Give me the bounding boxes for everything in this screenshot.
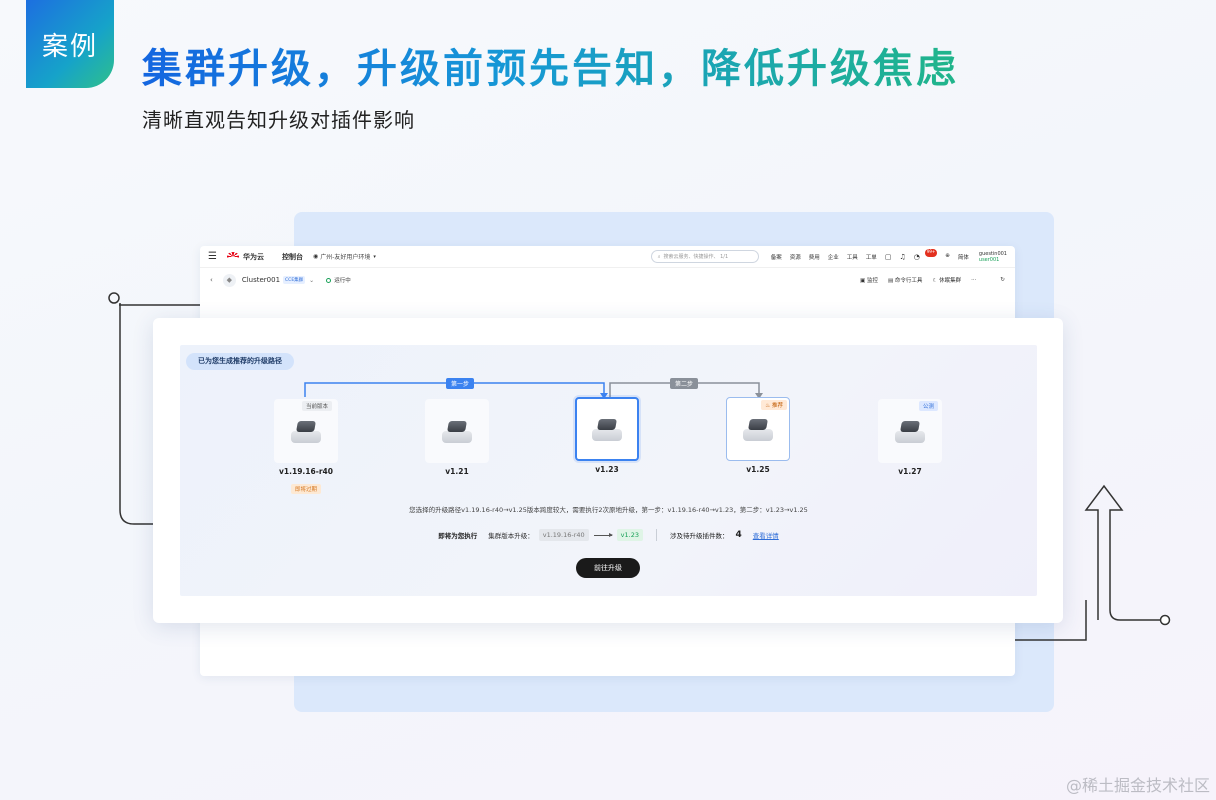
nav-item-resources[interactable]: 资源: [790, 253, 801, 261]
bell-icon[interactable]: ♫: [899, 253, 905, 261]
cluster-type-tag: CCE集群: [283, 276, 306, 284]
cluster-node-icon: [741, 417, 775, 441]
message-icon[interactable]: ▢: [885, 253, 892, 261]
upgrade-card: 已为您生成推荐的升级路径 第一步 第二步 当前版本 v1.19.16-r40 即…: [153, 318, 1063, 623]
plugin-count: 4: [735, 530, 742, 540]
huawei-logo-icon: [226, 252, 239, 261]
cluster-header: ‹ ◆ Cluster001 CCE集群 ⌄ 运行中 ▣ 监控 ▤ 命令行工具 …: [200, 268, 1015, 292]
arrow-right-icon: [593, 532, 613, 537]
location-pin-icon: ◉: [312, 253, 319, 260]
hibernate-button[interactable]: ☾ 休眠集群: [932, 276, 961, 284]
globe-icon[interactable]: ⊕: [945, 253, 950, 261]
execute-label: 即将为您执行: [438, 532, 478, 540]
refresh-icon[interactable]: ↻: [1000, 277, 1005, 283]
console-topbar: ☰ 华为云 控制台 ◉ 广州-友好用户环境 ▾ ⌕ 搜索云服务、快捷操作、 1/…: [200, 246, 1015, 268]
search-placeholder: 搜索云服务、快捷操作、 1/1: [663, 254, 729, 260]
plugins-label: 涉及待升级插件数：: [670, 532, 729, 540]
cluster-node-icon: [893, 419, 927, 443]
cluster-name: Cluster001: [241, 276, 281, 284]
search-input[interactable]: ⌕ 搜索云服务、快捷操作、 1/1: [650, 250, 759, 263]
console-label[interactable]: 控制台: [282, 252, 303, 262]
cluster-actions: ▣ 监控 ▤ 命令行工具 ☾ 休眠集群 ··· ↻: [860, 276, 1005, 284]
version-label: v1.23: [595, 465, 619, 474]
slide-subtitle: 清晰直观告知升级对插件影响: [142, 108, 415, 132]
expiring-tag: 即将过期: [290, 484, 321, 494]
upgrade-key: 集群版本升级：: [488, 532, 534, 540]
version-node-1-23[interactable]: v1.23: [575, 397, 639, 474]
nav-item-tools[interactable]: 工具: [847, 253, 858, 261]
chevron-down-icon[interactable]: ▾: [373, 254, 376, 260]
recommended-tag-text: 推荐: [771, 403, 783, 409]
version-label: v1.21: [445, 467, 469, 476]
version-card: 公测: [878, 399, 942, 463]
notification-icon[interactable]: ◔: [914, 253, 920, 261]
step2-label: 第二步: [670, 378, 699, 389]
version-node-1-25[interactable]: ♨ 推荐 v1.25: [726, 397, 790, 474]
cluster-status: 运行中: [334, 278, 351, 284]
step1-label: 第一步: [446, 378, 475, 389]
user-name: guestin001: [978, 250, 1007, 257]
nav-item-tickets[interactable]: 工单: [866, 253, 877, 261]
cli-tool-button[interactable]: ▤ 命令行工具: [888, 276, 922, 284]
language-switch[interactable]: 简体: [958, 253, 969, 261]
version-card: [425, 399, 489, 463]
version-card: 当前版本: [274, 399, 338, 463]
from-version: v1.19.16-r40: [538, 529, 589, 541]
case-badge: 案例: [26, 0, 114, 88]
monitor-label: 监控: [866, 278, 878, 284]
version-label: v1.25: [746, 465, 770, 474]
recommended-tag: ♨ 推荐: [761, 400, 787, 410]
current-version-tag: 当前版本: [302, 401, 333, 411]
menu-icon[interactable]: ☰: [208, 251, 217, 262]
search-icon: ⌕: [657, 253, 661, 260]
cluster-node-icon: [289, 419, 323, 443]
user-menu[interactable]: guestin001 user001: [979, 251, 1007, 263]
cluster-icon: ◆: [222, 273, 236, 287]
divider: [656, 529, 657, 541]
monitor-button[interactable]: ▣ 监控: [860, 276, 878, 284]
version-node-1-27[interactable]: 公测 v1.27: [878, 399, 942, 476]
public-beta-tag: 公测: [918, 401, 938, 411]
version-label: v1.27: [898, 467, 922, 476]
notification-badge: 99+: [924, 248, 938, 257]
go-upgrade-button[interactable]: 前往升级: [576, 558, 640, 578]
upgrade-path-description: 您选择的升级路径v1.19.16-r40→v1.25版本跨度较大，需要执行2次原…: [409, 506, 808, 514]
top-nav: 备案 资源 费用 企业 工具 工单 ▢ ♫ ◔ 99+ ⊕ 简体: [771, 248, 969, 261]
brand-name: 华为云: [242, 252, 264, 261]
cluster-node-icon: [440, 419, 474, 443]
chevron-down-icon[interactable]: ⌄: [309, 277, 314, 284]
nav-item-billing[interactable]: 费用: [809, 253, 820, 261]
nav-item-filing[interactable]: 备案: [771, 253, 782, 261]
cluster-node-icon: [590, 417, 624, 441]
version-node-current[interactable]: 当前版本 v1.19.16-r40 即将过期: [274, 399, 338, 495]
watermark: @稀土掘金技术社区: [1065, 776, 1210, 795]
hibernate-label: 休眠集群: [939, 278, 962, 284]
user-subname: user001: [978, 256, 1000, 263]
cli-tool-label: 命令行工具: [894, 278, 923, 284]
nav-item-enterprise[interactable]: 企业: [828, 253, 839, 261]
version-label: v1.19.16-r40: [279, 467, 333, 476]
back-arrow-icon[interactable]: ‹: [210, 276, 213, 284]
version-node-1-21[interactable]: v1.21: [425, 399, 489, 476]
execute-summary: 即将为您执行 集群版本升级： v1.19.16-r40 v1.23 涉及待升级插…: [180, 529, 1037, 541]
upgrade-path-panel: 已为您生成推荐的升级路径 第一步 第二步 当前版本 v1.19.16-r40 即…: [180, 345, 1037, 596]
slide-title: 集群升级，升级前预先告知，降低升级焦虑: [142, 36, 959, 94]
to-version: v1.23: [616, 529, 643, 541]
more-icon[interactable]: ···: [971, 277, 976, 283]
status-dot-icon: [326, 277, 332, 283]
region-selector[interactable]: 广州-友好用户环境: [320, 252, 370, 261]
view-details-link[interactable]: 查看详情: [753, 530, 779, 540]
version-card-selected: [575, 397, 639, 461]
version-card-recommended: ♨ 推荐: [726, 397, 790, 461]
